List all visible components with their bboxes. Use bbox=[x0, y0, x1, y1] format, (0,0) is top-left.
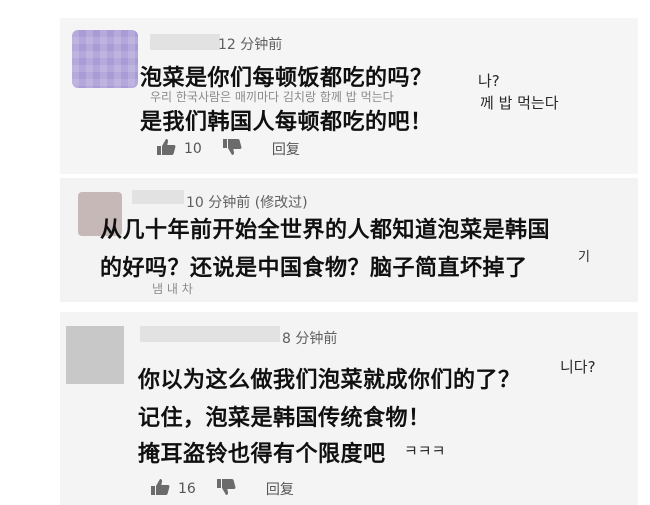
korean-overlay-text: 기 bbox=[578, 250, 590, 265]
comment-time: 10 分钟前 (修改过) bbox=[186, 195, 308, 211]
comment-text-line: 从几十年前开始全世界的人都知道泡菜是韩国 bbox=[100, 218, 551, 243]
thumb-up-icon[interactable] bbox=[150, 478, 170, 500]
comment-time: 8 分钟前 bbox=[282, 331, 338, 347]
korean-overlay-text: 니다? bbox=[560, 358, 596, 376]
redacted-username[interactable] bbox=[140, 326, 280, 342]
comment-text-line: 的好吗？还说是中国食物？脑子简直坏掉了 bbox=[100, 256, 528, 281]
comment-text-line: 掩耳盗铃也得有个限度吧 bbox=[138, 442, 386, 467]
comment-text-line: 记住，泡菜是韩国传统食物！ bbox=[138, 406, 431, 431]
like-count: 16 bbox=[178, 481, 196, 497]
comment-text-line: 你以为这么做我们泡菜就成你们的了？ bbox=[138, 368, 521, 393]
redacted-username[interactable] bbox=[132, 190, 184, 204]
like-count: 10 bbox=[184, 141, 202, 157]
avatar[interactable] bbox=[66, 326, 124, 384]
thumb-up-icon[interactable] bbox=[156, 138, 176, 160]
reply-button[interactable]: 回复 bbox=[272, 139, 300, 159]
comment-text-line: 泡菜是你们每顿饭都吃的吗？ bbox=[140, 66, 433, 91]
korean-overlay-text: 나? bbox=[478, 72, 500, 90]
comment-time: 12 分钟前 bbox=[218, 37, 283, 53]
thumb-down-icon[interactable] bbox=[216, 478, 236, 500]
comment-actions: 10 回复 bbox=[156, 138, 300, 160]
faded-korean-text: 냄 내 차 bbox=[152, 282, 193, 296]
reply-button[interactable]: 回复 bbox=[266, 479, 294, 499]
comment-actions: 16 回复 bbox=[150, 478, 294, 500]
redacted-username[interactable] bbox=[150, 34, 220, 50]
avatar[interactable] bbox=[72, 30, 138, 88]
comment-text-line: 是我们韩国人每顿都吃的吧！ bbox=[140, 110, 433, 135]
korean-overlay-text: 께 밥 먹는다 bbox=[480, 94, 559, 112]
thumb-down-icon[interactable] bbox=[222, 138, 242, 160]
korean-overlay-text: ㅋㅋㅋ bbox=[404, 442, 446, 460]
